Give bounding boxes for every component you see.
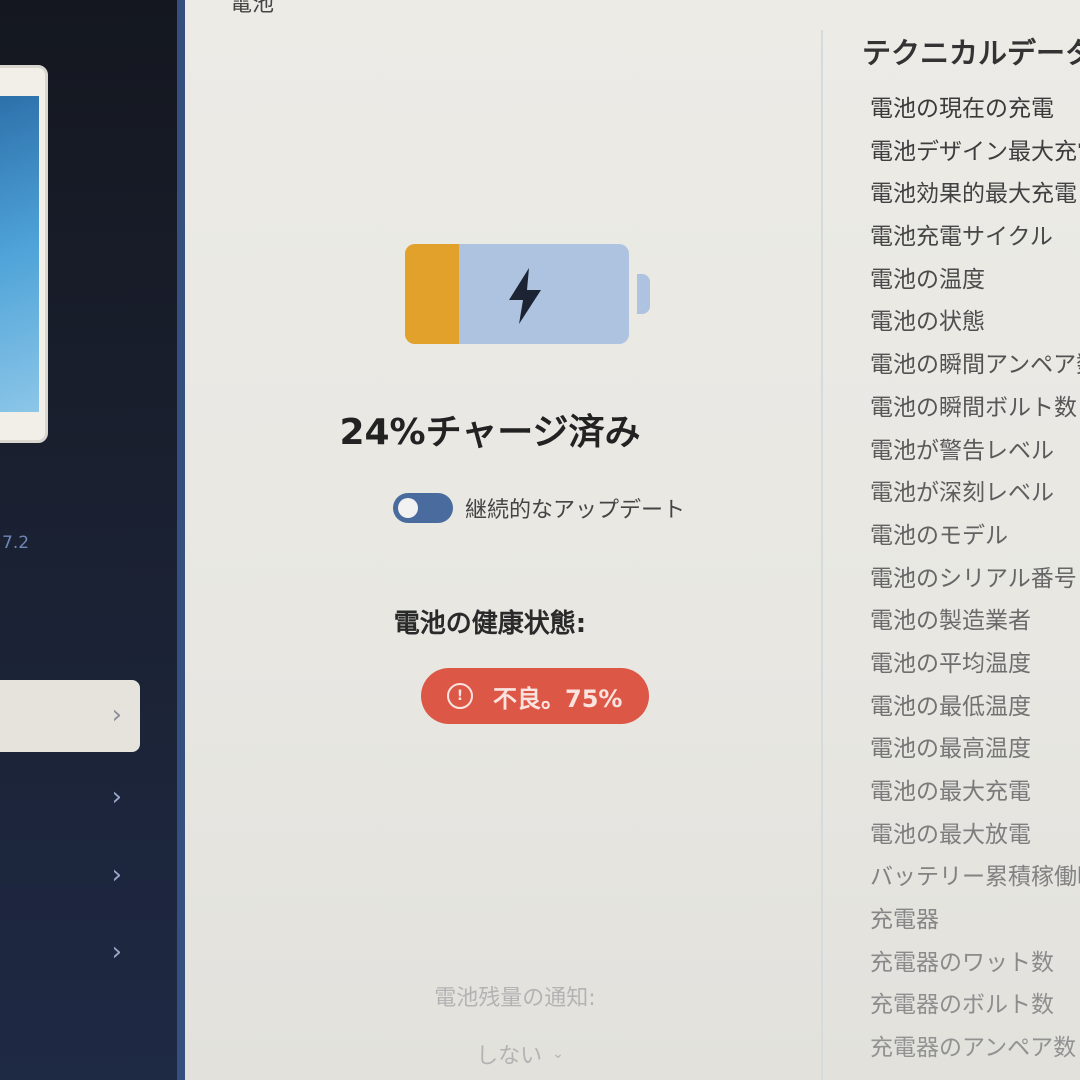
chevron-right-icon: › [111,782,122,812]
technical-data-item[interactable]: 電池のシリアル番号 [870,558,1080,601]
sidebar-item[interactable]: › [0,917,140,989]
technical-data-item[interactable]: 電池効果的最大充電 [870,173,1080,216]
technical-data-item[interactable]: 電池が深刻レベル [870,472,1080,515]
technical-data-item[interactable]: 電池の温度 [870,259,1080,302]
alert-circle-icon: ! [447,683,473,709]
page-title: 電池 [230,0,275,17]
technical-data-title: テクニカルデータ [862,36,1080,70]
chevron-right-icon: › [111,700,122,730]
technical-data-item[interactable]: 電池のモデル [870,515,1080,558]
battery-tip [637,274,650,314]
sidebar-item[interactable]: › [0,840,140,912]
sidebar-item-battery[interactable]: › [0,680,140,752]
technical-data-item[interactable]: 電池の現在の充電 [870,88,1080,131]
notification-select-value: しない [476,1044,543,1069]
toggle-knob [398,498,418,518]
technical-data-item[interactable]: 電池の製造業者 [870,600,1080,643]
battery-health-label: 電池の健康状態: [393,609,587,639]
battery-graphic [405,244,650,348]
technical-data-item[interactable]: 充電器 [870,899,1080,942]
battery-fill [405,244,459,344]
version-label: 7.2 [2,533,30,553]
technical-data-item[interactable]: 電池の最低温度 [870,686,1080,729]
technical-data-item[interactable]: 電池の最大放電 [870,814,1080,857]
continuous-update-toggle[interactable] [393,493,453,523]
technical-data-item[interactable]: 電池の最高温度 [870,728,1080,771]
technical-data-item[interactable]: 充電器のワット数 [870,942,1080,985]
technical-data-item[interactable]: 充電器のアンペア数 [870,1027,1080,1070]
lightning-bolt-icon [509,268,541,324]
technical-data-item[interactable]: 電池の瞬間アンペア数 [870,344,1080,387]
technical-data-item[interactable]: 電池デザイン最大充電 [870,131,1080,174]
technical-data-item[interactable]: バッテリー累積稼働時間 [870,856,1080,899]
battery-health-badge: ! 不良。75% [421,668,649,724]
technical-data-item[interactable]: 電池が警告レベル [870,430,1080,473]
chevron-right-icon: › [111,937,122,967]
sidebar-item[interactable]: › [0,762,140,834]
technical-data-list: 電池の現在の充電 電池デザイン最大充電 電池効果的最大充電 電池充電サイクル 電池の温度… [870,88,1080,1070]
technical-data-item[interactable]: 充電器のボルト数 [870,984,1080,1027]
device-image [0,65,48,443]
technical-data-item[interactable]: 電池の平均温度 [870,643,1080,686]
chevron-down-icon: ⌄ [552,1046,564,1062]
battery-health-value: 不良。75% [493,684,623,713]
continuous-update-row: 継続的なアップデート [393,490,685,526]
device-screen [0,96,39,412]
main-panel: 電池 24%チャージ済み 継続的なアップデート 電池の健康状態: ! 不良。75… [185,0,1080,1080]
technical-data-item[interactable]: 電池充電サイクル [870,216,1080,259]
sidebar-edge [177,0,185,1080]
charge-label: 24%チャージ済み [339,412,641,453]
continuous-update-label: 継続的なアップデート [465,498,686,523]
sidebar: 7.2 › › › › [0,0,185,1080]
battery-notification-select[interactable]: しない ⌄ [445,1038,595,1070]
technical-data-item[interactable]: 電池の状態 [870,301,1080,344]
technical-data-item[interactable]: 電池の最大充電 [870,771,1080,814]
technical-data-item[interactable]: 電池の瞬間ボルト数 [870,387,1080,430]
chevron-right-icon: › [111,860,122,890]
battery-notification-label: 電池残量の通知: [434,986,596,1011]
column-divider [821,30,823,1080]
